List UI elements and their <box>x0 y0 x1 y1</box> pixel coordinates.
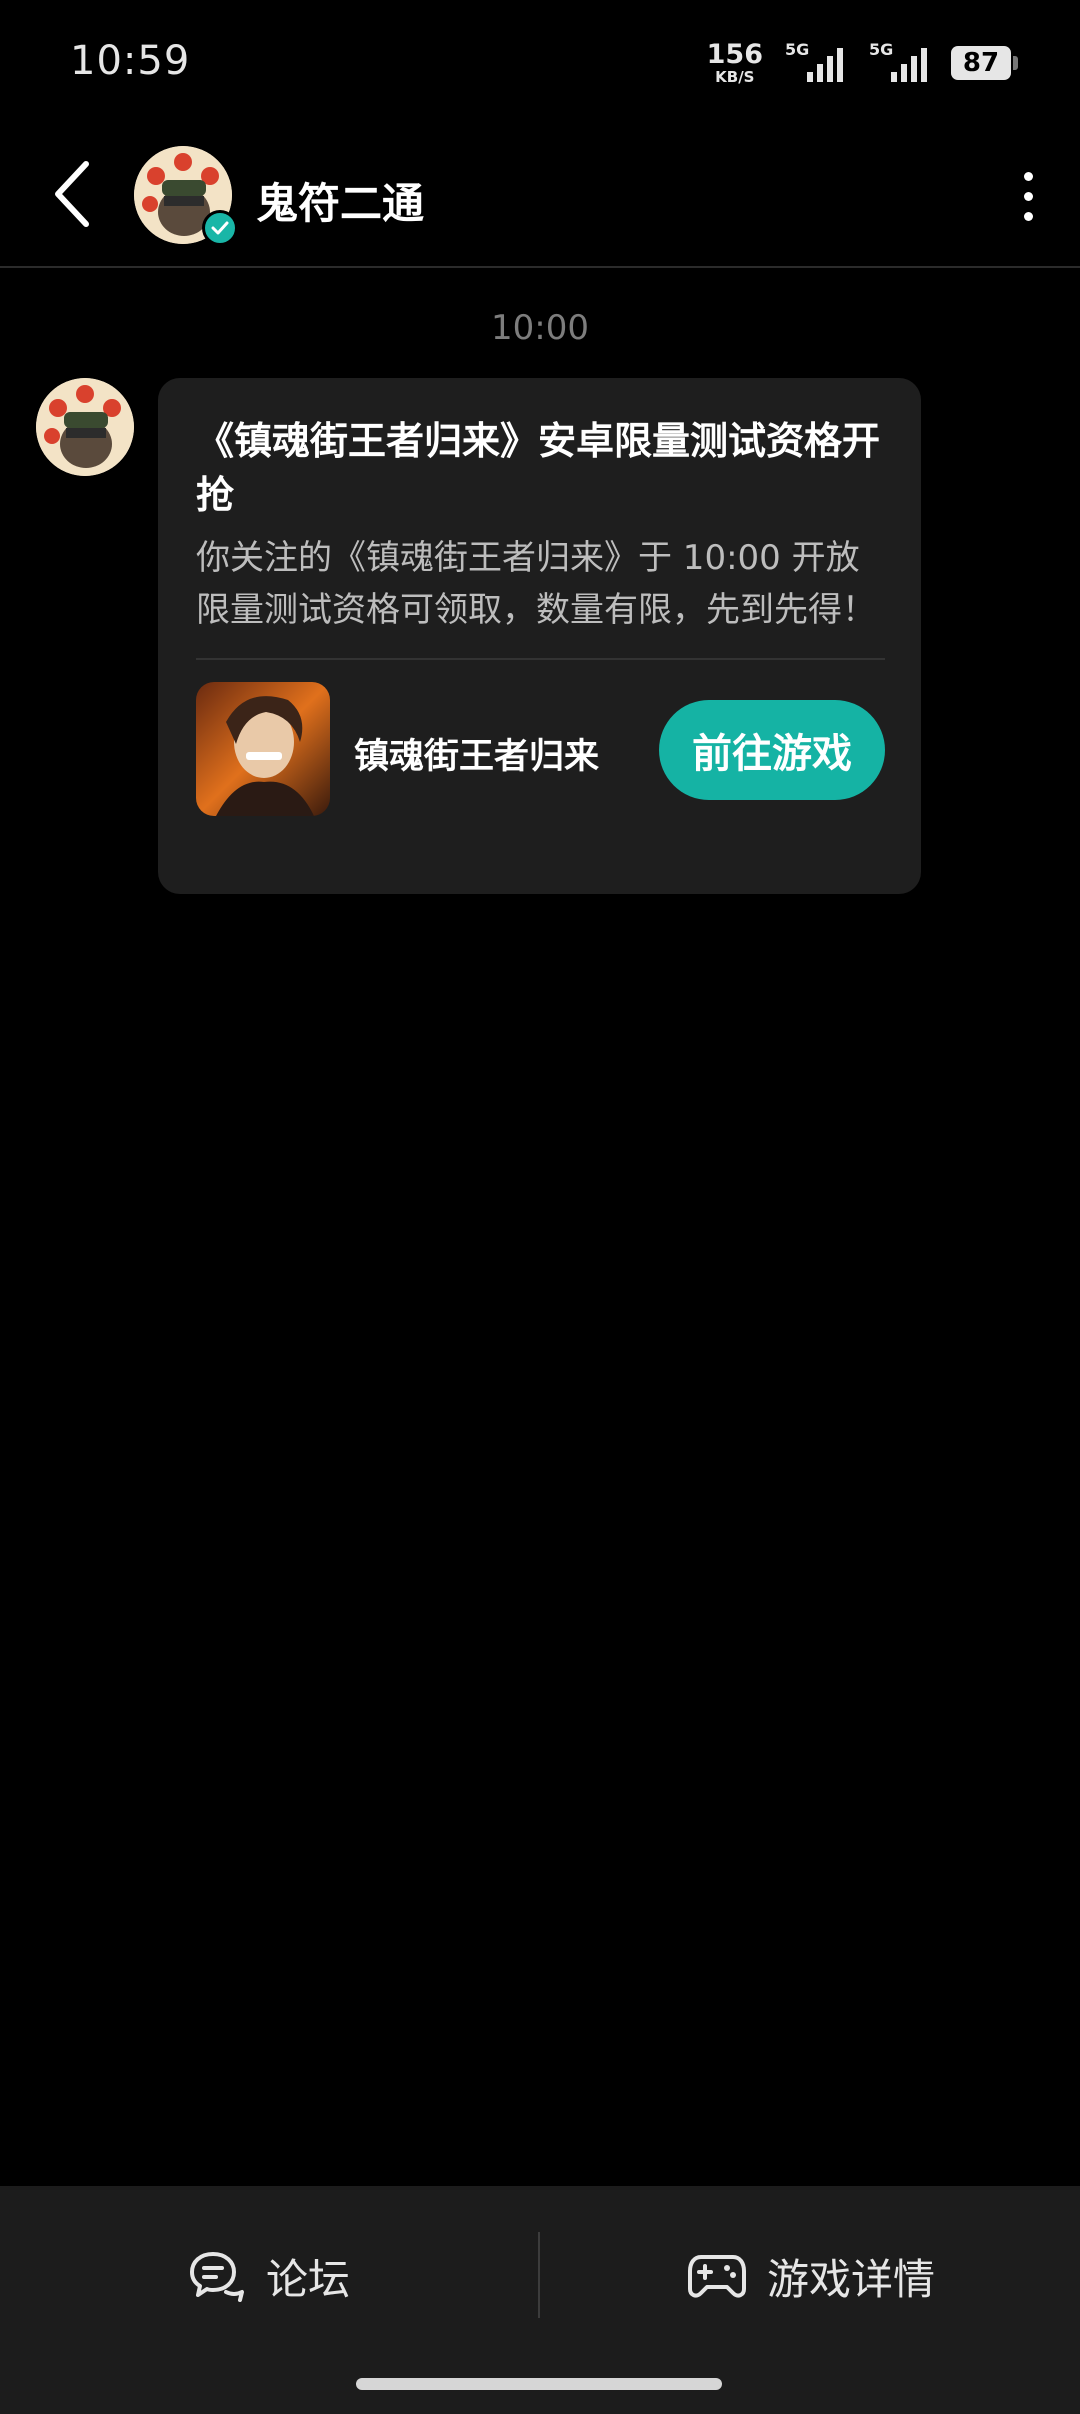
notification-card[interactable]: 《镇魂街王者归来》安卓限量测试资格开抢 你关注的《镇魂街王者归来》于 10:00… <box>158 378 921 894</box>
battery-icon: 87 <box>951 46 1018 80</box>
signal-1-icon: 5G <box>783 40 847 84</box>
status-icons: 156 KB/S 5G 5G 87 <box>707 40 1018 86</box>
game-icon[interactable] <box>196 682 330 816</box>
forum-label: 论坛 <box>265 2254 350 2304</box>
game-details-button[interactable]: 游戏详情 <box>542 2186 1080 2366</box>
status-time: 10:59 <box>70 38 191 84</box>
go-to-game-button[interactable]: 前往游戏 <box>659 700 885 800</box>
card-body: 你关注的《镇魂街王者归来》于 10:00 开放限量测试资格可领取，数量有限，先到… <box>196 538 876 630</box>
verified-check-icon <box>202 210 238 246</box>
signal-2-icon: 5G <box>867 40 931 84</box>
chat-header: 鬼符二通 <box>0 126 1080 268</box>
message-timestamp: 10:00 <box>491 308 589 348</box>
chat-screen: 10:59 156 KB/S 5G 5G 87 鬼符二通 10:00 《镇魂街王… <box>0 0 1080 2414</box>
chat-title: 鬼符二通 <box>256 179 425 228</box>
card-title: 《镇魂街王者归来》安卓限量测试资格开抢 <box>196 419 881 517</box>
back-button[interactable] <box>36 154 108 234</box>
header-avatar[interactable] <box>134 146 238 246</box>
back-arrow-icon <box>55 161 89 227</box>
battery-level: 87 <box>951 46 1011 80</box>
sender-avatar[interactable] <box>36 378 134 476</box>
more-options-button[interactable] <box>992 156 1064 236</box>
more-vertical-icon <box>1023 171 1033 181</box>
network-speed: 156 KB/S <box>707 41 763 85</box>
forum-button[interactable]: 论坛 <box>0 2186 538 2366</box>
game-name: 镇魂街王者归来 <box>354 737 600 777</box>
status-bar: 10:59 156 KB/S 5G 5G 87 <box>0 0 1080 126</box>
game-details-label: 游戏详情 <box>766 2254 935 2304</box>
network-speed-value: 156 <box>706 39 763 70</box>
game-row: 镇魂街王者归来 前往游戏 <box>196 660 885 834</box>
network-speed-unit: KB/S <box>715 68 755 86</box>
bottom-divider <box>538 2232 540 2318</box>
home-indicator[interactable] <box>356 2378 722 2390</box>
forum-chat-icon <box>189 2252 244 2302</box>
gamepad-icon <box>687 2255 746 2298</box>
